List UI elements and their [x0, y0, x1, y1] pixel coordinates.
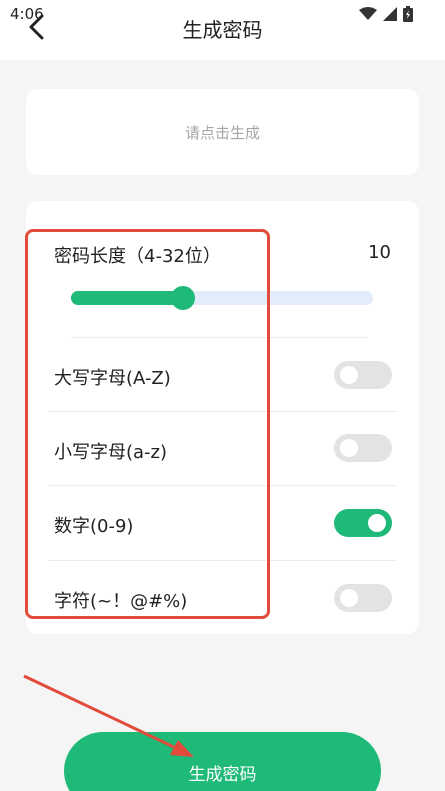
toggle-digits[interactable] — [334, 509, 392, 537]
page-title: 生成密码 — [182, 18, 263, 42]
toggle-knob — [340, 589, 358, 607]
toggle-knob — [368, 514, 386, 532]
password-result-text: 请点击生成 — [184, 123, 260, 142]
toggle-symbols[interactable] — [334, 584, 392, 612]
toggle-lowercase[interactable] — [334, 434, 392, 462]
length-value: 10 — [368, 242, 391, 263]
annotation-highlight-box — [25, 229, 270, 619]
toggle-knob — [340, 366, 358, 384]
annotation-arrow-icon — [23, 674, 194, 757]
toggle-knob — [340, 439, 358, 457]
toggle-uppercase[interactable] — [334, 361, 392, 389]
password-result-card: 请点击生成 — [26, 89, 419, 175]
